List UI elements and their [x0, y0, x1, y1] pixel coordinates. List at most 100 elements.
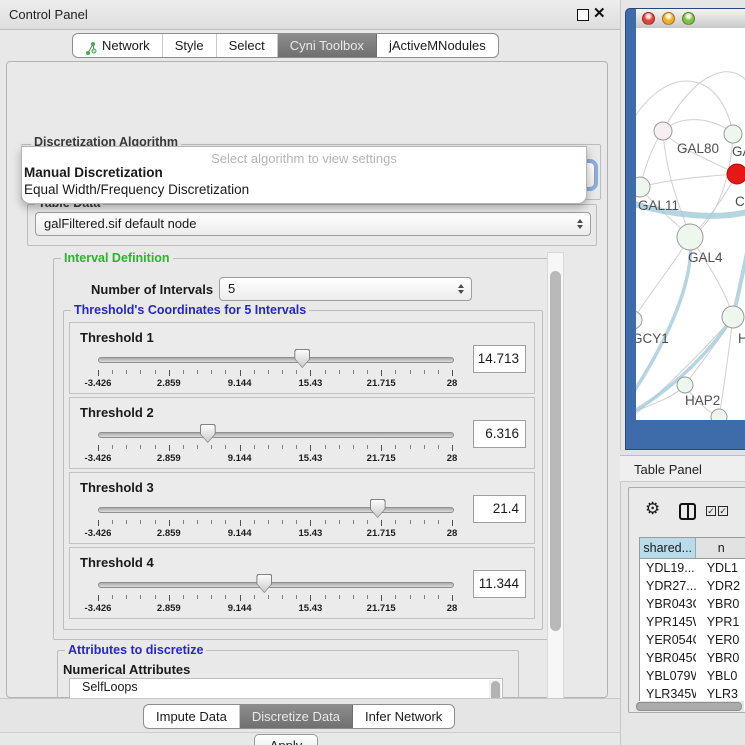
tab-label: Infer Network: [365, 705, 442, 728]
network-view-canvas[interactable]: GAL80GACGAL11GAL4GCY1HHAP2: [636, 28, 745, 420]
threshold-value-field[interactable]: 11.344: [473, 570, 526, 598]
slider-tick: [296, 445, 297, 449]
minimize-traffic-light-icon[interactable]: [662, 12, 675, 25]
network-edge[interactable]: [733, 233, 745, 317]
slider-tick: [197, 370, 198, 374]
network-node-green[interactable]: [722, 306, 744, 328]
cell-shared-name: YBR045C: [640, 649, 696, 667]
table-row[interactable]: YER054CYER0: [640, 631, 745, 649]
cell-shared-name: YDR27...: [640, 577, 696, 595]
network-node-green[interactable]: [636, 177, 650, 197]
network-node-green[interactable]: [677, 224, 703, 250]
table-row[interactable]: YDR27...YDR2: [640, 577, 745, 595]
column-header-name[interactable]: n: [696, 538, 745, 558]
table-rows: YDL19...YDL1YDR27...YDR2YBR043CYBR0YPR14…: [640, 559, 745, 711]
network-node-pink[interactable]: [654, 122, 672, 140]
apply-button[interactable]: Apply: [254, 734, 318, 745]
slider-thumb-face: [371, 500, 385, 517]
tab-infer-network[interactable]: Infer Network: [353, 705, 454, 728]
column-header-shared-name[interactable]: shared...: [640, 538, 696, 558]
slider-thumb[interactable]: [294, 349, 310, 368]
network-node-label: H: [738, 331, 745, 346]
network-node-green[interactable]: [724, 125, 742, 143]
slider-tick: [339, 370, 340, 374]
cell-name: YDR2: [696, 577, 745, 595]
checkbox-icon[interactable]: ✓: [706, 506, 716, 516]
network-node-label: GAL11: [638, 198, 679, 213]
split-table-icon[interactable]: [679, 503, 696, 520]
tab-cyni-toolbox[interactable]: Cyni Toolbox: [278, 34, 377, 57]
settings-scrollbar[interactable]: [547, 252, 564, 730]
network-edge[interactable]: [636, 237, 690, 320]
slider-tick: [353, 445, 354, 449]
network-edge[interactable]: [640, 174, 737, 187]
network-edge[interactable]: [663, 120, 733, 134]
slider-tick-label: 9.144: [228, 453, 252, 464]
gear-icon[interactable]: ⚙: [645, 499, 660, 519]
checkbox-icon[interactable]: ✓: [718, 506, 728, 516]
slider-track[interactable]: [98, 582, 454, 588]
attribute-list-item[interactable]: SelfLoops: [70, 679, 502, 696]
network-node-label: GA: [732, 144, 745, 159]
slider-tick: [126, 595, 127, 599]
table-row[interactable]: YDL19...YDL1: [640, 559, 745, 577]
threshold-value-field[interactable]: 14.713: [473, 345, 526, 373]
slider-tick-label: -3.426: [85, 378, 112, 389]
network-edge[interactable]: [636, 237, 691, 396]
tab-jactivemnodules[interactable]: jActiveMNodules: [377, 34, 498, 57]
slider-tick: [438, 520, 439, 524]
network-edge[interactable]: [663, 72, 745, 131]
slider-tick: [395, 445, 396, 449]
interval-definition-title: Interval Definition: [61, 251, 173, 265]
table-row[interactable]: YPR145WYPR1: [640, 613, 745, 631]
scrollbar-thumb[interactable]: [550, 271, 561, 631]
threshold-value-field[interactable]: 6.316: [473, 420, 526, 448]
slider-thumb[interactable]: [256, 574, 272, 593]
float-window-icon[interactable]: [577, 9, 589, 21]
network-node-green[interactable]: [677, 377, 693, 393]
network-node-green[interactable]: [711, 409, 727, 420]
network-edge[interactable]: [636, 81, 733, 134]
table-row[interactable]: YBL079WYBL0: [640, 667, 745, 685]
cell-shared-name: YPR145W: [640, 613, 696, 631]
slider-tick: [395, 520, 396, 524]
network-node-green[interactable]: [636, 311, 642, 329]
number-of-intervals-combobox[interactable]: 5: [219, 277, 472, 301]
slider-tick: [424, 445, 425, 449]
tab-style[interactable]: Style: [163, 34, 217, 57]
close-traffic-light-icon[interactable]: [642, 12, 655, 25]
slider-track[interactable]: [98, 432, 454, 438]
slider-tick: [225, 595, 226, 599]
slider-tick: [310, 445, 311, 451]
slider-tick: [381, 595, 382, 601]
table-row[interactable]: YBR045CYBR0: [640, 649, 745, 667]
slider-tick: [140, 595, 141, 599]
dropdown-item-equal-width-frequency[interactable]: Equal Width/Frequency Discretization: [24, 182, 249, 197]
slider-thumb[interactable]: [200, 424, 216, 443]
scrollbar-thumb[interactable]: [636, 702, 742, 711]
table-hscrollbar[interactable]: [634, 701, 744, 711]
slider-thumb[interactable]: [370, 499, 386, 518]
table-row[interactable]: YBR043CYBR0: [640, 595, 745, 613]
zoom-traffic-light-icon[interactable]: [682, 12, 695, 25]
slider-tick-label: 21.715: [367, 378, 396, 389]
tab-select[interactable]: Select: [217, 34, 278, 57]
slider-tick: [381, 370, 382, 376]
dropdown-item-manual-discretization[interactable]: Manual Discretization: [24, 165, 163, 180]
tab-network[interactable]: Network: [73, 34, 163, 57]
slider-track[interactable]: [98, 507, 454, 513]
numerical-attributes-label: Numerical Attributes: [63, 662, 190, 677]
table-data-combobox[interactable]: galFiltered.sif default node: [35, 212, 591, 236]
close-icon[interactable]: ✕: [593, 4, 606, 22]
slider-track[interactable]: [98, 357, 454, 363]
slider-thumb-face: [295, 350, 309, 367]
tab-impute-data[interactable]: Impute Data: [144, 705, 240, 728]
tab-label: jActiveMNodules: [389, 34, 486, 57]
network-graph: GAL80GACGAL11GAL4GCY1HHAP2: [636, 28, 745, 420]
threshold-value-field[interactable]: 21.4: [473, 495, 526, 523]
tab-discretize-data[interactable]: Discretize Data: [240, 705, 353, 728]
network-edge[interactable]: [690, 237, 733, 317]
network-node-red[interactable]: [727, 164, 745, 184]
tab-label: Cyni Toolbox: [290, 34, 364, 57]
panel-title: Control Panel: [9, 7, 88, 22]
